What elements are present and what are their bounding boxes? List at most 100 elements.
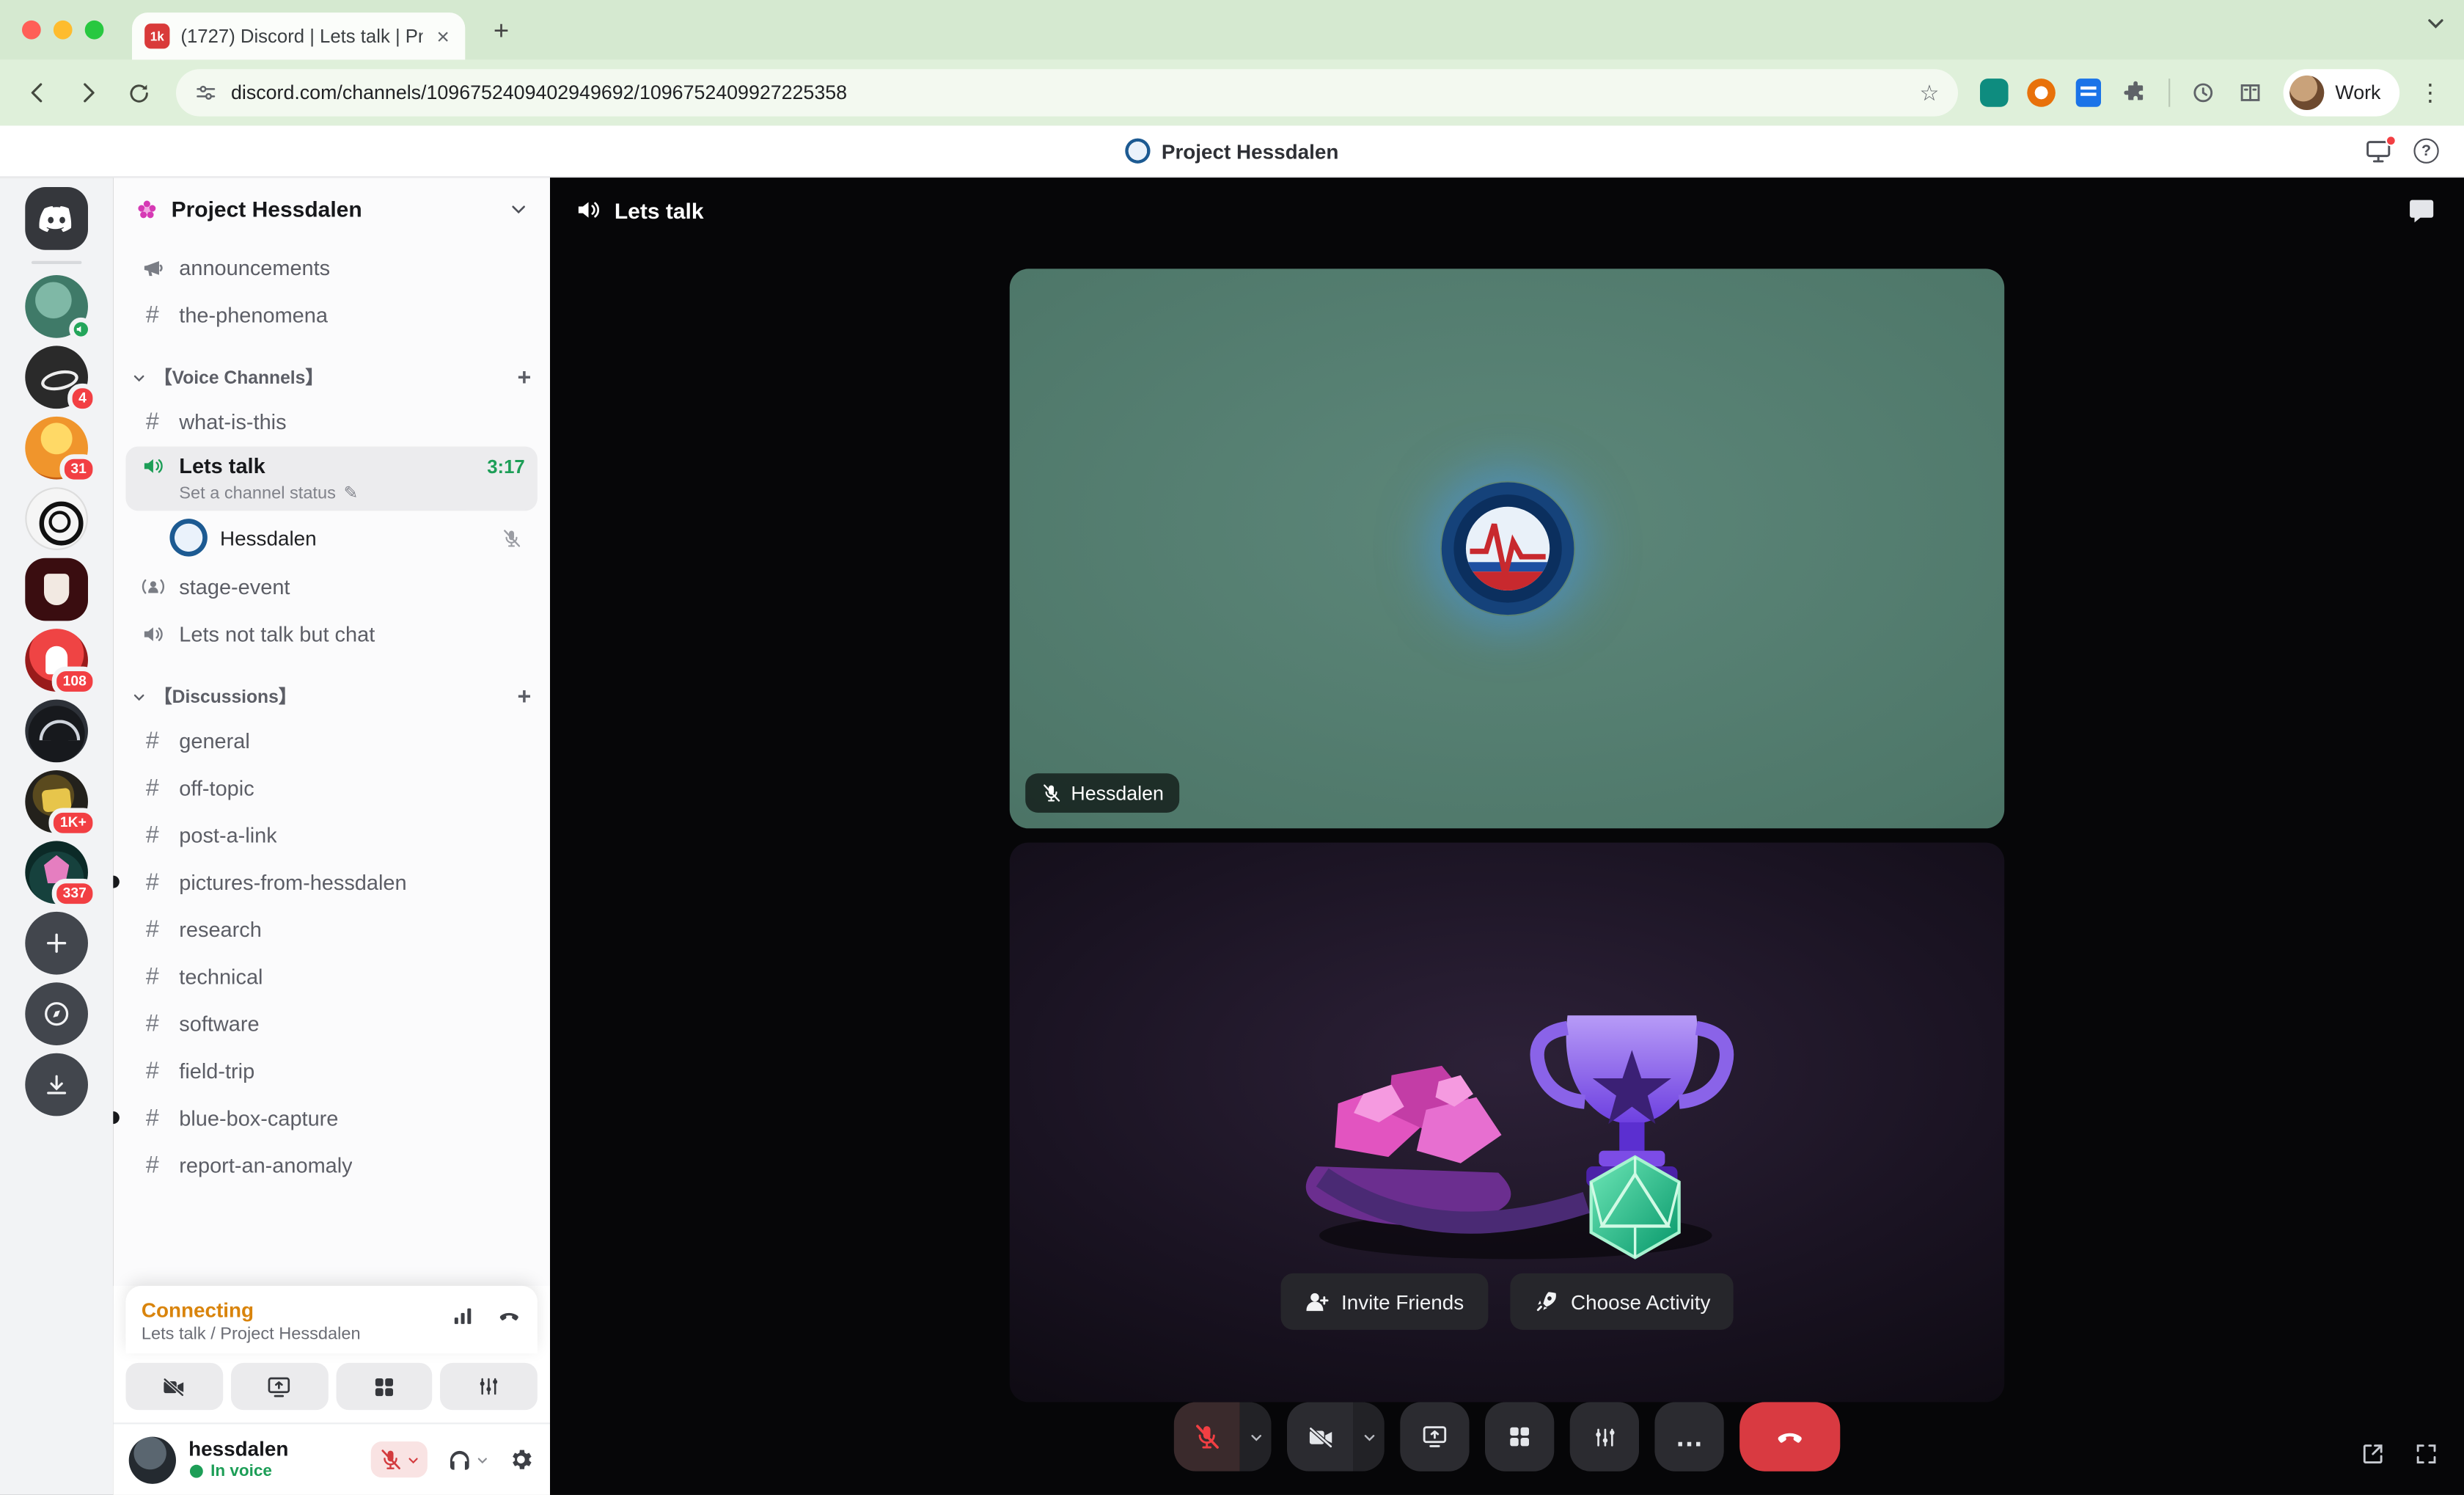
browser-menu-icon[interactable]: ⋮ [2412, 78, 2448, 106]
create-channel-icon[interactable]: + [518, 683, 532, 709]
channel-lets-not-talk-but-chat[interactable]: Lets not talk but chat [125, 610, 537, 657]
open-chat-icon[interactable] [2408, 197, 2436, 225]
sync-icon[interactable] [2183, 73, 2224, 114]
discord-home-button[interactable] [25, 186, 88, 250]
new-tab-button[interactable]: + [481, 11, 522, 52]
zoom-window-button[interactable] [84, 20, 104, 40]
fullscreen-icon[interactable] [2413, 1441, 2438, 1466]
voice-participant-row[interactable]: Hessdalen [125, 513, 537, 563]
back-icon[interactable] [15, 70, 59, 114]
extension-c-icon[interactable] [2068, 73, 2109, 114]
create-channel-icon[interactable]: + [518, 364, 532, 390]
screen-share-button[interactable] [230, 1362, 328, 1411]
download-apps-button[interactable] [25, 1053, 88, 1116]
browser-profile-button[interactable]: Work [2283, 69, 2400, 117]
server-avatar-4[interactable] [25, 487, 88, 550]
discord-titlebar: Project Hessdalen ? [0, 125, 2464, 178]
explore-servers-button[interactable] [25, 982, 88, 1045]
browser-tabstrip: 1k (1727) Discord | Lets talk | Pr × + [0, 0, 2464, 60]
forward-icon[interactable] [66, 70, 110, 114]
mic-control[interactable] [1173, 1402, 1272, 1472]
channel-lets-talk-selected[interactable]: Lets talk 3:17 Set a channel status ✎ [125, 446, 538, 511]
server-header[interactable]: Project Hessdalen [113, 178, 550, 241]
minimize-window-button[interactable] [53, 20, 73, 40]
disconnect-button[interactable] [1739, 1402, 1841, 1472]
discussions-section[interactable]: 【Discussions】 + [125, 676, 537, 717]
site-info-icon[interactable] [195, 81, 217, 103]
channel-software[interactable]: # software [125, 1000, 537, 1047]
activities-button[interactable] [335, 1362, 433, 1411]
tab-search-icon[interactable] [2427, 14, 2446, 33]
channel-announcements[interactable]: announcements [125, 244, 537, 290]
server-avatar-7[interactable] [25, 699, 88, 763]
extension-a-icon[interactable] [1974, 73, 2015, 114]
call-controls: … [1173, 1402, 1841, 1472]
mic-muted-icon[interactable] [1173, 1402, 1240, 1472]
mic-options-chevron-icon[interactable] [1239, 1402, 1272, 1472]
channel-blue-box-capture[interactable]: # blue-box-capture [113, 1094, 537, 1141]
more-options-button[interactable]: … [1654, 1402, 1724, 1472]
channel-post-a-link[interactable]: # post-a-link [125, 811, 537, 858]
camera-off-icon[interactable] [1287, 1402, 1353, 1472]
channel-the-phenomena[interactable]: # the-phenomena [125, 290, 537, 337]
server-avatar-3[interactable]: 31 [25, 416, 98, 484]
server-badge: 1K+ [48, 808, 98, 838]
reload-icon[interactable] [117, 70, 161, 114]
soundboard-button[interactable] [440, 1362, 538, 1411]
close-window-button[interactable] [22, 20, 41, 40]
server-avatar-5[interactable] [25, 558, 88, 621]
connection-location[interactable]: Lets talk / Project Hessdalen [142, 1325, 361, 1344]
deafen-options-chevron-icon[interactable] [476, 1453, 488, 1466]
add-server-button[interactable] [25, 911, 88, 975]
channel-technical[interactable]: # technical [125, 953, 537, 1000]
help-icon[interactable]: ? [2413, 138, 2439, 164]
server-avatar-8[interactable]: 1K+ [25, 770, 98, 838]
user-panel[interactable]: hessdalen In voice [113, 1422, 550, 1495]
tab-close-icon[interactable]: × [433, 22, 452, 51]
voice-channels-section[interactable]: 【Voice Channels】 + [125, 357, 537, 398]
address-bar[interactable]: discord.com/channels/1096752409402949692… [176, 69, 1959, 117]
channel-what-is-this[interactable]: # what-is-this [125, 398, 537, 445]
server-avatar-9[interactable]: 337 [25, 841, 98, 909]
voice-tools-row [113, 1353, 550, 1422]
participant-video-tile[interactable]: Hessdalen [1009, 268, 2005, 829]
channel-off-topic[interactable]: # off-topic [125, 764, 537, 811]
camera-control[interactable] [1287, 1402, 1385, 1472]
choose-activity-button[interactable]: Choose Activity [1509, 1273, 1734, 1330]
invite-friends-button[interactable]: Invite Friends [1280, 1273, 1488, 1330]
popout-icon[interactable] [2361, 1441, 2386, 1466]
mute-options-chevron-icon[interactable] [407, 1453, 419, 1466]
user-avatar[interactable] [128, 1436, 176, 1483]
soundboard-button[interactable] [1569, 1402, 1639, 1472]
channel-general[interactable]: # general [125, 717, 537, 764]
user-settings-gear-icon[interactable] [507, 1446, 534, 1472]
deafen-toggle-button[interactable] [447, 1447, 489, 1472]
channel-research[interactable]: # research [125, 905, 537, 952]
camera-options-chevron-icon[interactable] [1353, 1402, 1385, 1472]
channel-stage-event[interactable]: stage-event [125, 563, 537, 610]
channel-status-hint[interactable]: Set a channel status [179, 483, 336, 502]
server-avatar-2[interactable]: 4 [25, 346, 98, 414]
connection-signal-icon[interactable] [451, 1305, 474, 1327]
mute-toggle-button[interactable] [370, 1441, 428, 1478]
update-monitor-icon[interactable] [2365, 134, 2397, 163]
screen-share-button[interactable] [1400, 1402, 1470, 1472]
camera-off-button[interactable] [125, 1362, 223, 1411]
reading-list-icon[interactable] [2230, 73, 2271, 114]
server-avatar-active-voice[interactable] [25, 275, 93, 341]
url-text: discord.com/channels/1096752409402949692… [231, 81, 848, 104]
channel-report-an-anomaly[interactable]: # report-an-anomaly [125, 1141, 537, 1188]
hash-icon: # [145, 915, 159, 943]
activities-button[interactable] [1484, 1402, 1555, 1472]
channel-label: pictures-from-hessdalen [179, 870, 407, 894]
bookmark-star-icon[interactable]: ☆ [1920, 79, 1940, 106]
server-menu-chevron-icon[interactable] [509, 200, 528, 219]
browser-tab[interactable]: 1k (1727) Discord | Lets talk | Pr × [132, 12, 466, 60]
pencil-icon[interactable]: ✎ [344, 483, 359, 503]
extension-b-icon[interactable] [2021, 73, 2062, 114]
extensions-puzzle-icon[interactable] [2115, 73, 2156, 114]
server-avatar-6[interactable]: 108 [25, 629, 98, 697]
channel-field-trip[interactable]: # field-trip [125, 1047, 537, 1094]
channel-pictures-from-hessdalen[interactable]: # pictures-from-hessdalen [113, 858, 537, 905]
disconnect-phone-icon[interactable] [496, 1305, 521, 1327]
